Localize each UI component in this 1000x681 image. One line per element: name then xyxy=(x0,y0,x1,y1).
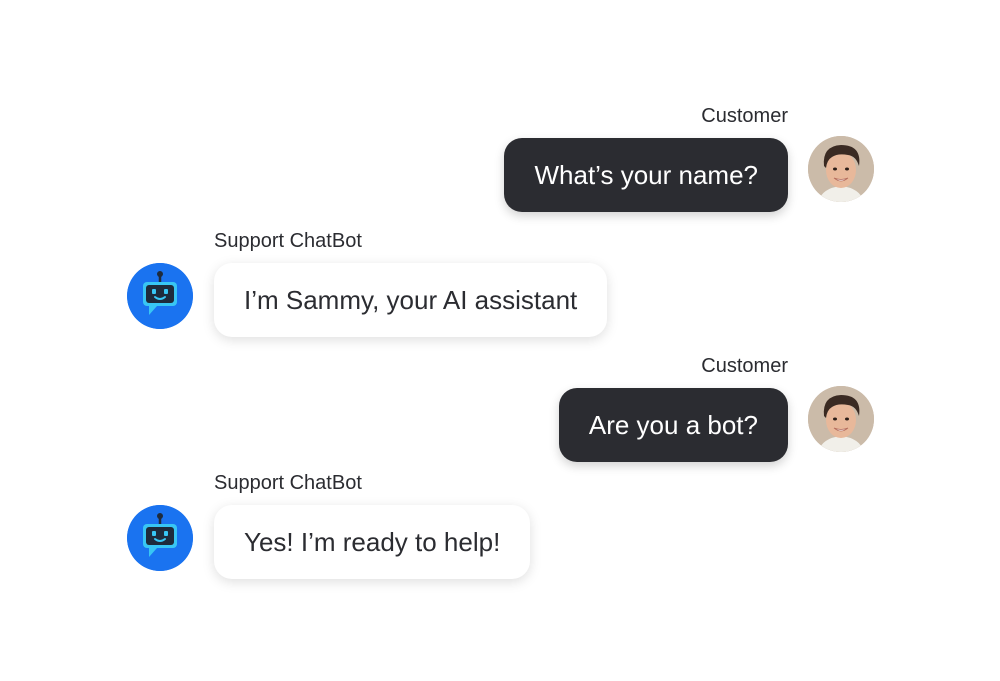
bot-message-bubble: Yes! I’m ready to help! xyxy=(214,505,531,579)
customer-face-icon xyxy=(808,136,874,202)
sender-label-customer: Customer xyxy=(701,355,788,377)
customer-message-bubble: Are you a bot? xyxy=(558,388,788,462)
robot-chatbot-icon xyxy=(127,505,193,571)
customer-message-bubble: What’s your name? xyxy=(504,138,788,212)
customer-face-icon xyxy=(808,386,874,452)
sender-label-customer: Customer xyxy=(701,105,788,127)
bot-message-bubble: I’m Sammy, your AI assistant xyxy=(214,263,608,337)
sender-label-bot: Support ChatBot xyxy=(214,230,362,252)
sender-label-bot: Support ChatBot xyxy=(214,472,362,494)
robot-chatbot-icon xyxy=(127,263,193,329)
